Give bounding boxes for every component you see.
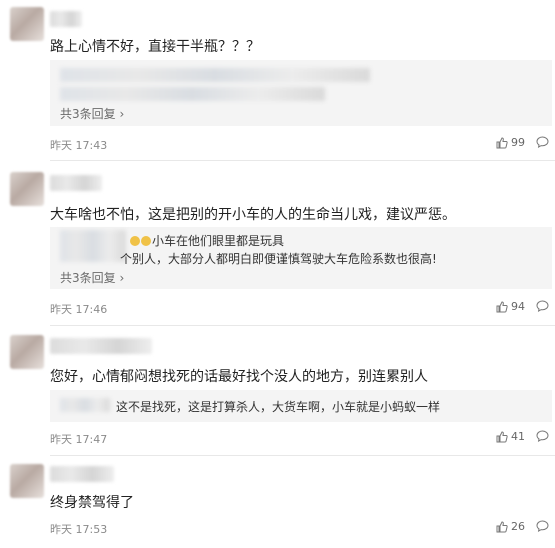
reply-blurred-line bbox=[60, 68, 370, 82]
reply-preview[interactable]: 小车在他们眼里都是玩具 个别人，大部分人都明白即便谨慎驾驶大车危险系数也很高! … bbox=[50, 227, 552, 289]
divider bbox=[50, 160, 555, 161]
like-count: 94 bbox=[511, 300, 525, 313]
like-button[interactable]: 94 bbox=[496, 300, 525, 313]
reply-text: 这不是找死，这是打算杀人，大货车啊，小车就是小蚂蚁一样 bbox=[116, 400, 441, 414]
like-count: 26 bbox=[511, 520, 525, 533]
avatar[interactable] bbox=[10, 335, 44, 369]
like-count: 41 bbox=[511, 430, 525, 443]
reply-text: 小车在他们眼里都是玩具 bbox=[130, 232, 284, 249]
timestamp: 昨天 17:46 bbox=[50, 303, 108, 316]
reply-preview[interactable]: 这不是找死，这是打算杀人，大货车啊，小车就是小蚂蚁一样 bbox=[50, 390, 552, 422]
username-blurred[interactable] bbox=[50, 338, 152, 354]
comment-text: 大车啥也不怕，这是把别的开小车的人的生命当儿戏，建议严惩。 bbox=[50, 207, 456, 223]
timestamp: 昨天 17:43 bbox=[50, 139, 108, 152]
reply-text: 个别人，大部分人都明白即便谨慎驾驶大车危险系数也很高! bbox=[120, 252, 437, 266]
divider bbox=[50, 455, 555, 456]
like-button[interactable]: 41 bbox=[496, 430, 525, 443]
like-count: 99 bbox=[511, 136, 525, 149]
avatar[interactable] bbox=[10, 172, 44, 206]
emoji-icon bbox=[141, 236, 151, 246]
avatar[interactable] bbox=[10, 464, 44, 498]
thumbs-up-icon bbox=[496, 520, 508, 532]
avatar[interactable] bbox=[10, 7, 44, 41]
username-blurred[interactable] bbox=[50, 11, 82, 27]
chevron-right-icon: › bbox=[119, 271, 125, 285]
comment-text: 终身禁驾得了 bbox=[50, 495, 134, 511]
timestamp: 昨天 17:53 bbox=[50, 523, 108, 536]
reply-icon[interactable] bbox=[536, 300, 549, 312]
like-button[interactable]: 26 bbox=[496, 520, 525, 533]
reply-icon[interactable] bbox=[536, 520, 549, 532]
thumbs-up-icon bbox=[496, 300, 508, 312]
username-blurred[interactable] bbox=[50, 175, 102, 191]
reply-blurred-line bbox=[60, 398, 110, 412]
reply-icon[interactable] bbox=[536, 136, 549, 148]
like-button[interactable]: 99 bbox=[496, 136, 525, 149]
reply-blurred-line bbox=[60, 230, 126, 262]
chevron-right-icon: › bbox=[119, 107, 125, 121]
view-replies-link[interactable]: 共3条回复 › bbox=[60, 105, 124, 122]
reply-blurred-line bbox=[60, 87, 325, 101]
comment-text: 路上心情不好，直接干半瓶？？？ bbox=[50, 39, 260, 55]
thumbs-up-icon bbox=[496, 136, 508, 148]
reply-preview[interactable]: 共3条回复 › bbox=[50, 60, 552, 126]
reply-icon[interactable] bbox=[536, 430, 549, 442]
timestamp: 昨天 17:47 bbox=[50, 433, 108, 446]
username-blurred[interactable] bbox=[50, 466, 114, 482]
view-replies-link[interactable]: 共3条回复 › bbox=[60, 269, 124, 286]
thumbs-up-icon bbox=[496, 430, 508, 442]
emoji-icon bbox=[130, 236, 140, 246]
divider bbox=[50, 325, 555, 326]
comment-text: 您好，心情郁闷想找死的话最好找个没人的地方，别连累别人 bbox=[50, 369, 428, 385]
